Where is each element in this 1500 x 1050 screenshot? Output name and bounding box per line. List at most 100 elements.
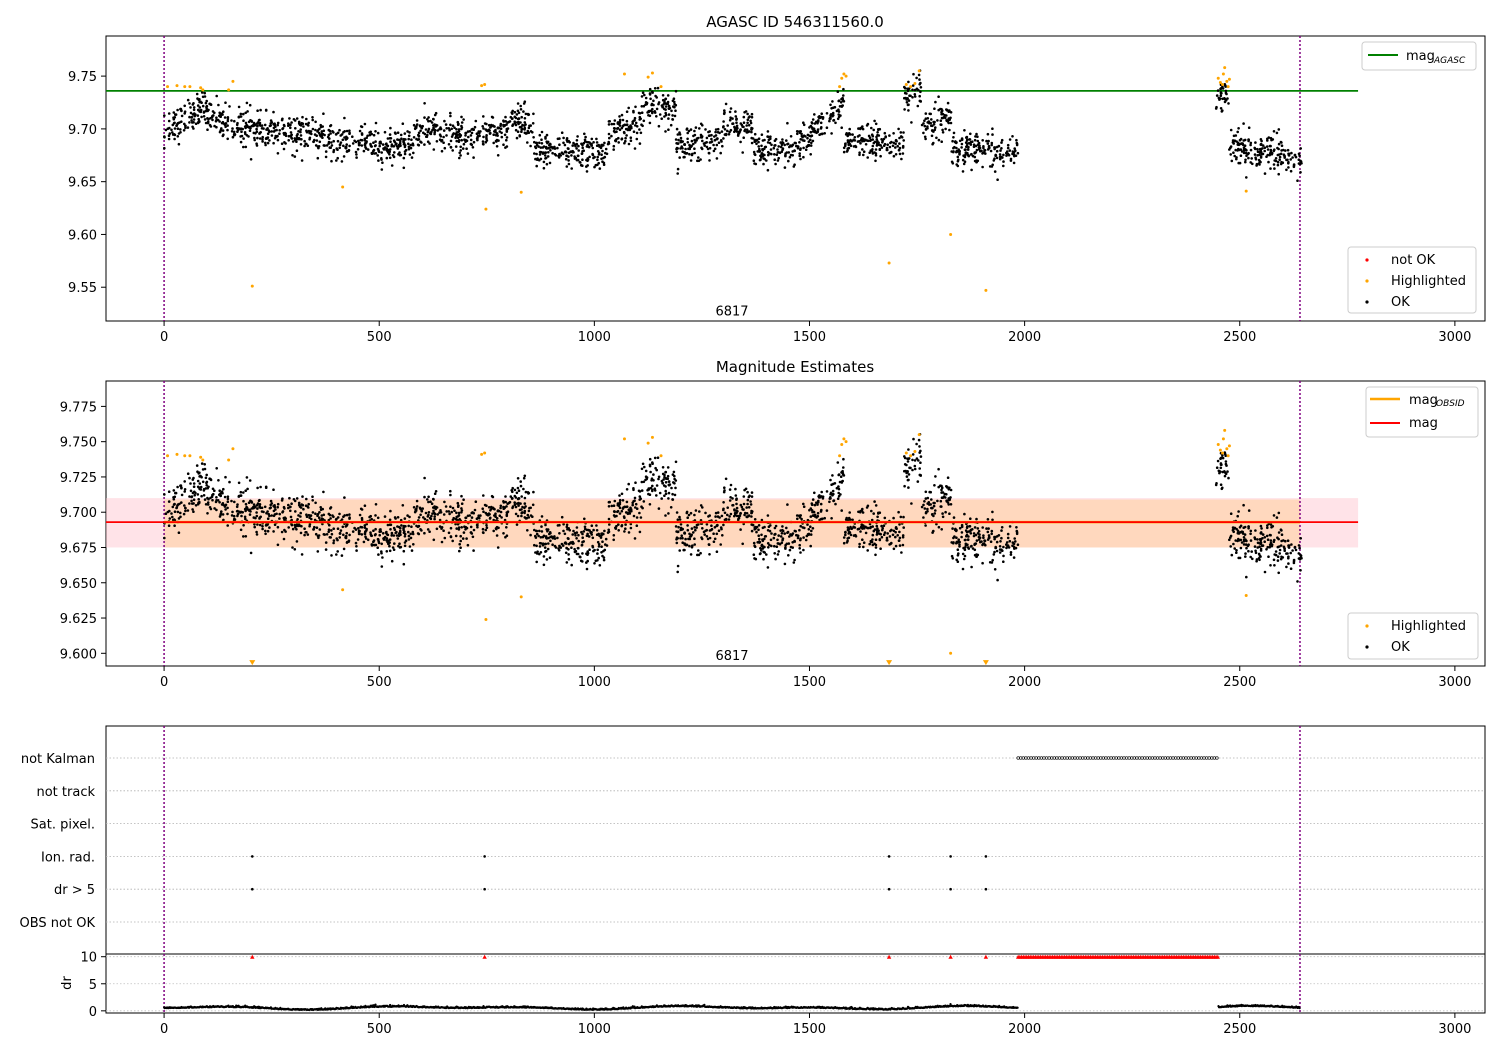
- ok-point: [242, 524, 245, 527]
- ok-point: [242, 119, 245, 122]
- ok-point: [753, 518, 757, 521]
- ok-point: [693, 543, 696, 546]
- ok-point: [426, 528, 430, 531]
- ok-point: [769, 524, 772, 527]
- ok-point: [772, 146, 776, 150]
- ok-point: [258, 137, 262, 140]
- ok-point: [1242, 148, 1246, 151]
- ok-point: [742, 495, 746, 498]
- ok-point: [968, 525, 971, 528]
- ok-point: [269, 499, 273, 503]
- ok-point: [529, 514, 533, 517]
- ok-point: [951, 527, 954, 530]
- ok-point: [355, 153, 358, 156]
- ok-point: [969, 143, 973, 146]
- ok-point: [661, 98, 665, 102]
- ok-point: [801, 139, 805, 142]
- ok-point: [460, 509, 464, 512]
- ok-point: [249, 551, 253, 555]
- ok-point: [559, 154, 563, 157]
- ok-point: [897, 539, 901, 542]
- ok-point: [323, 144, 327, 147]
- ok-point: [531, 503, 535, 507]
- ok-point: [591, 536, 595, 540]
- ok-point: [866, 122, 870, 126]
- ok-point: [898, 523, 901, 526]
- ok-point: [846, 133, 850, 137]
- ok-point: [522, 102, 526, 105]
- ok-point: [986, 530, 990, 534]
- ok-point: [897, 127, 900, 131]
- ok-point: [758, 537, 761, 541]
- ok-point: [516, 502, 519, 505]
- ok-point: [798, 141, 801, 144]
- ok-point: [422, 131, 425, 135]
- ok-point: [394, 143, 398, 146]
- ok-point: [211, 498, 214, 502]
- ok-point: [481, 527, 485, 531]
- ok-point: [735, 514, 739, 518]
- ok-point: [982, 534, 985, 537]
- ok-point: [498, 130, 502, 133]
- ok-point: [571, 542, 574, 545]
- ok-point: [831, 474, 834, 477]
- ok-point: [176, 510, 180, 514]
- ok-point: [318, 127, 321, 131]
- ok-point: [604, 147, 608, 151]
- ok-point: [774, 162, 777, 166]
- ok-point: [689, 553, 693, 556]
- ok-point: [823, 132, 826, 135]
- ok-point: [249, 158, 253, 161]
- ok-point: [460, 115, 463, 119]
- ok-point: [355, 156, 358, 159]
- ok-point: [224, 475, 227, 479]
- ok-point: [840, 471, 843, 474]
- ok-point: [503, 133, 507, 137]
- ok-point: [918, 78, 921, 81]
- ok-point: [806, 523, 809, 526]
- ok-point: [494, 515, 497, 518]
- ok-point: [596, 548, 599, 552]
- ok-point: [741, 151, 744, 154]
- ok-point: [196, 485, 200, 489]
- ok-point: [377, 159, 380, 162]
- ok-point: [560, 542, 564, 546]
- ok-point: [258, 498, 261, 502]
- ok-point: [184, 509, 187, 513]
- ok-point: [497, 139, 500, 142]
- ok-point: [332, 541, 335, 545]
- highlighted-point: [484, 207, 488, 211]
- ok-point: [1277, 128, 1281, 131]
- ok-point: [319, 508, 323, 512]
- ok-point: [714, 515, 717, 518]
- ok-point: [947, 117, 950, 120]
- ok-point: [761, 139, 765, 142]
- ok-point: [407, 137, 411, 141]
- ok-point: [269, 124, 273, 127]
- ok-point: [897, 510, 900, 514]
- ok-point: [433, 517, 436, 521]
- ok-point: [757, 140, 760, 144]
- ok-point: [998, 551, 1002, 554]
- ok-point: [205, 481, 208, 485]
- ok-point: [813, 113, 816, 116]
- ok-point: [206, 512, 209, 515]
- ok-point: [469, 525, 473, 529]
- ok-point: [200, 462, 204, 465]
- ok-point: [529, 533, 532, 537]
- ok-point: [989, 540, 993, 543]
- panel-agasc-legend-points: not OK Highlighted OK: [1347, 246, 1477, 314]
- ok-point: [586, 534, 590, 538]
- ok-point: [666, 477, 670, 481]
- ok-point: [490, 115, 494, 119]
- ok-point: [837, 485, 840, 488]
- ok-point: [242, 137, 245, 140]
- ok-point: [357, 527, 360, 530]
- ok-point: [777, 550, 780, 553]
- ok-point: [233, 133, 236, 137]
- ok-point: [906, 103, 910, 107]
- ok-point: [708, 146, 712, 150]
- ok-point: [602, 558, 606, 562]
- ok-point: [192, 108, 196, 112]
- ok-point: [273, 504, 276, 507]
